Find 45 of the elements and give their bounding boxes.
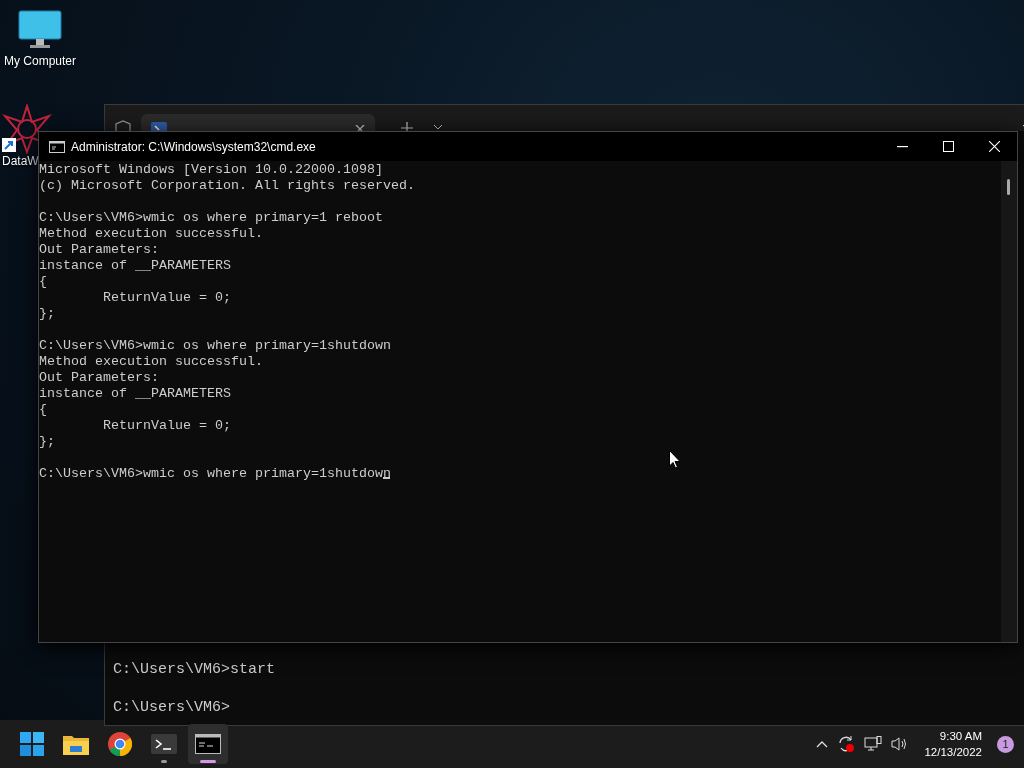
console-icon: [49, 140, 65, 153]
maximize-icon: [942, 141, 954, 152]
console-line: {: [39, 274, 47, 290]
console-line: C:\Users\VM6>wmic os where primary=1shutdown: [39, 466, 390, 482]
close-icon: [988, 141, 1000, 152]
console-line: ReturnValue = 0;: [102, 290, 231, 306]
console-line: instance of __PARAMETERS: [39, 258, 231, 274]
monitor-icon[interactable]: [18, 10, 62, 50]
browser-icon: [108, 732, 132, 756]
text-cursor: [382, 477, 390, 479]
network-icon[interactable]: [864, 736, 883, 752]
console-line: C:\Users\VM6>wmic os where primary=1 reboot: [39, 210, 383, 226]
notification-badge[interactable]: 1: [997, 735, 1014, 753]
console-line: (c) Microsoft Corporation. All rights reserved.: [39, 178, 415, 194]
cmd-taskbar-button[interactable]: [188, 724, 228, 764]
console-line: C:\Users\VM6>: [113, 698, 231, 717]
console-icon: [195, 734, 221, 754]
console-line: Method execution successful.: [39, 226, 263, 242]
terminal-icon: [151, 734, 177, 754]
minimize-icon: [896, 145, 908, 148]
desktop-icon-label[interactable]: DataW: [2, 154, 39, 168]
console-line: ReturnValue = 0;: [102, 418, 231, 434]
console-line: C:\Users\VM6>start: [113, 660, 276, 679]
console-line: Out Parameters:: [39, 370, 159, 386]
desktop-icon-label[interactable]: My Computer: [4, 54, 76, 68]
console-line: Microsoft Windows [Version 10.0.22000.1098]: [39, 162, 383, 178]
console-line: };: [39, 434, 55, 450]
windows-logo-icon: [20, 732, 44, 756]
folder-icon: [63, 733, 89, 755]
console-line: {: [39, 402, 47, 418]
sync-alert-icon[interactable]: [837, 735, 856, 753]
mouse-pointer-icon: [669, 450, 681, 469]
console-line: };: [39, 306, 55, 322]
powershell-icon: [151, 122, 167, 131]
new-tab-icon[interactable]: [401, 122, 413, 131]
window-title: Administrator: C:\Windows\system32\cmd.exe: [71, 139, 316, 154]
clock[interactable]: 9:30 AM 12/13/2022: [924, 728, 982, 760]
dropdown-icon[interactable]: [433, 124, 443, 129]
scrollbar-thumb[interactable]: [1007, 179, 1010, 195]
console-line: Out Parameters:: [39, 242, 159, 258]
shield-icon[interactable]: [115, 120, 131, 131]
console-line: C:\Users\VM6>wmic os where primary=1shutdown: [39, 338, 391, 354]
console-line: instance of __PARAMETERS: [39, 386, 231, 402]
chevron-up-icon[interactable]: [816, 740, 829, 748]
console-line: Method execution successful.: [39, 354, 263, 370]
